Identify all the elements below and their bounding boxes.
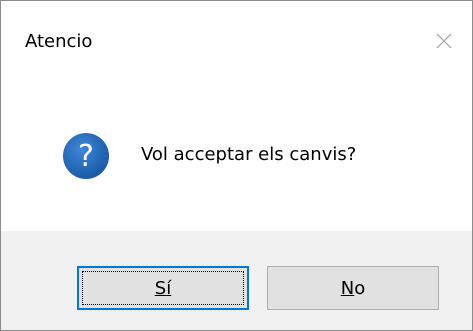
button-bar: Sí No bbox=[1, 231, 472, 330]
confirm-dialog: Atencio ? Vol acceptar els canvis? Sí No bbox=[0, 0, 473, 331]
close-icon bbox=[436, 33, 452, 49]
yes-button[interactable]: Sí bbox=[77, 266, 249, 310]
svg-text:?: ? bbox=[78, 139, 94, 174]
close-button[interactable] bbox=[426, 23, 462, 59]
focus-ring bbox=[82, 271, 244, 305]
question-icon: ? bbox=[62, 132, 110, 180]
dialog-title: Atencio bbox=[25, 31, 93, 52]
title-bar: Atencio bbox=[1, 1, 472, 81]
no-button-label: No bbox=[340, 277, 366, 299]
no-button[interactable]: No bbox=[267, 266, 439, 310]
dialog-message: Vol acceptar els canvis? bbox=[141, 144, 357, 165]
dialog-content: ? Vol acceptar els canvis? bbox=[1, 81, 472, 231]
